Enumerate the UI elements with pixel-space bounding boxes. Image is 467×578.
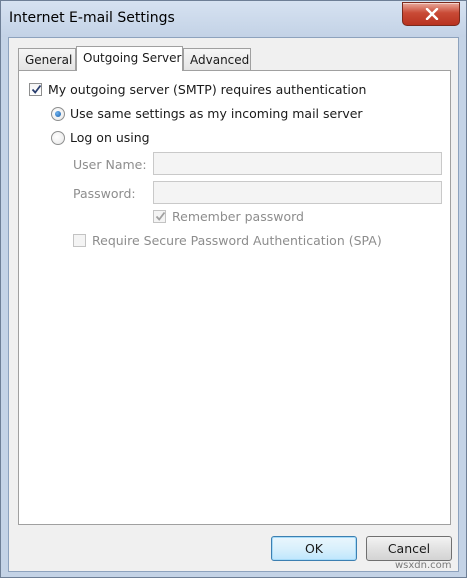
cancel-button[interactable]: Cancel [366, 536, 452, 561]
tab-advanced-label: Advanced [190, 53, 250, 67]
close-button[interactable] [402, 2, 460, 26]
remember-password-label: Remember password [172, 209, 304, 224]
dialog-body: General Outgoing Server Advanced My outg… [8, 37, 459, 572]
log-on-using-radio[interactable] [51, 131, 65, 145]
tab-outgoing-server-label: Outgoing Server [83, 51, 182, 65]
spa-label: Require Secure Password Authentication (… [92, 233, 382, 248]
dialog-window: Internet E-mail Settings General Outgoin… [0, 0, 467, 578]
password-label: Password: [73, 186, 136, 201]
smtp-auth-label[interactable]: My outgoing server (SMTP) requires authe… [48, 82, 366, 97]
window-title: Internet E-mail Settings [9, 10, 175, 26]
remember-password-checkbox[interactable] [153, 210, 166, 223]
username-input[interactable] [153, 152, 442, 175]
checkmark-icon [155, 211, 166, 221]
smtp-auth-checkbox[interactable] [29, 83, 42, 96]
radio-selected-dot [55, 111, 61, 117]
tab-general-label: General [25, 53, 73, 67]
same-settings-label[interactable]: Use same settings as my incoming mail se… [70, 106, 363, 121]
username-label: User Name: [73, 157, 147, 172]
close-icon [425, 8, 439, 20]
tab-outgoing-server[interactable]: Outgoing Server [76, 46, 183, 71]
checkmark-icon [31, 84, 42, 94]
same-settings-radio[interactable] [51, 107, 65, 121]
password-input[interactable] [153, 181, 442, 204]
tab-general[interactable]: General [18, 48, 76, 70]
log-on-using-label[interactable]: Log on using [70, 130, 150, 145]
title-bar[interactable]: Internet E-mail Settings [1, 1, 466, 37]
tab-advanced[interactable]: Advanced [183, 48, 251, 70]
outgoing-server-panel: My outgoing server (SMTP) requires authe… [18, 70, 451, 525]
spa-checkbox[interactable] [73, 234, 86, 247]
watermark-text: wsxdn.com [395, 560, 452, 571]
ok-button[interactable]: OK [271, 536, 357, 561]
